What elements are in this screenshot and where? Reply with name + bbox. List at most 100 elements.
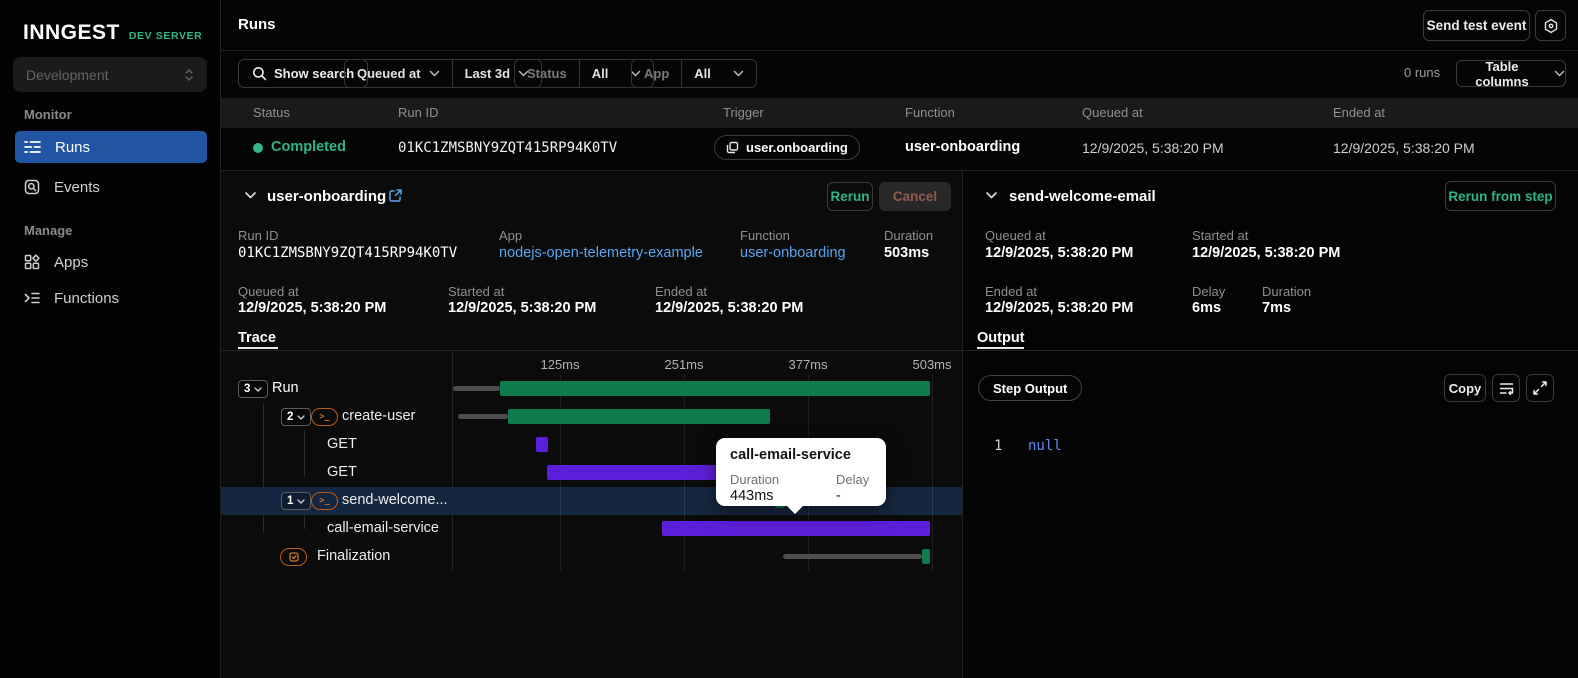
run-queued-at: 12/9/2025, 5:38:20 PM (1082, 140, 1224, 156)
table-columns-button[interactable]: Table columns (1456, 59, 1566, 89)
axis-tick-label: 251ms (664, 357, 704, 372)
show-search-label: Show search (274, 66, 355, 81)
divider (221, 170, 1578, 171)
chevron-down-icon (429, 70, 440, 77)
sidebar-item-functions[interactable]: Functions (15, 282, 207, 314)
word-wrap-button[interactable] (1492, 374, 1520, 402)
tooltip-title: call-email-service (730, 447, 851, 463)
trace-span-bar[interactable] (508, 409, 770, 424)
chevron-down-icon (1554, 70, 1565, 77)
trace-row-call-email-service[interactable]: call-email-service (221, 515, 962, 543)
sidebar-item-runs[interactable]: Runs (15, 131, 207, 163)
app-filter-group: App All (631, 59, 757, 88)
run-id-value: 01KC1ZMSBNY9ZQT415RP94K0TV (238, 245, 458, 261)
tab-trace-underline (238, 347, 278, 349)
trace-span-label: Finalization (317, 548, 391, 564)
step-queued-label: Queued at (985, 228, 1046, 243)
terminal-step-icon: >_ (311, 408, 338, 426)
trace-row-finalization[interactable]: Finalization (221, 543, 962, 571)
chevron-down-icon (297, 414, 306, 420)
column-header-run-id: Run ID (398, 105, 439, 120)
trace-span-bar[interactable] (922, 549, 930, 564)
runs-icon (24, 140, 41, 154)
terminal-step-icon: >_ (311, 492, 338, 510)
step-delay-label: Delay (1192, 284, 1226, 299)
logo-text: INNGEST (23, 21, 120, 44)
axis-tick-label: 377ms (788, 357, 828, 372)
collapse-run-chevron-icon[interactable] (244, 191, 257, 200)
tooltip-delay-value: - (836, 488, 841, 504)
trace-row-create-user[interactable]: 2 >_ create-user (221, 403, 962, 431)
open-run-external-link-icon[interactable] (388, 188, 403, 203)
step-duration-label: Duration (1262, 284, 1312, 299)
step-detail-title: send-welcome-email (1009, 188, 1156, 205)
code-line-number: 1 (994, 438, 1003, 454)
app-filter-value: All (694, 66, 711, 81)
trace-tooltip: call-email-service Duration Delay 443ms … (716, 438, 886, 506)
function-link[interactable]: user-onboarding (740, 245, 846, 261)
started-at-label: Started at (448, 284, 505, 299)
step-ended-label: Ended at (985, 284, 1038, 299)
run-id-label: Run ID (238, 228, 279, 243)
copy-button[interactable]: Copy (1444, 374, 1486, 402)
tab-output[interactable]: Output (977, 330, 1025, 346)
sidebar-item-label: Runs (55, 138, 91, 156)
time-range-label: Last 3d (464, 66, 511, 81)
environment-select[interactable]: Development (13, 57, 207, 92)
gear-icon (1543, 18, 1559, 34)
trace-span-bar[interactable] (662, 521, 930, 536)
runs-table-header: Status Run ID Trigger Function Queued at… (221, 98, 1578, 128)
trace-row-run[interactable]: 3 Run (221, 375, 962, 403)
event-icon (726, 141, 739, 154)
queue-delay-line[interactable] (783, 554, 922, 559)
trace-span-bar[interactable] (500, 381, 930, 396)
sidebar-section-monitor: Monitor (24, 107, 72, 122)
gridline-dotted (560, 487, 561, 515)
queue-delay-line[interactable] (458, 414, 508, 419)
queue-delay-line[interactable] (453, 386, 500, 391)
trace-span-label: create-user (342, 408, 416, 424)
duration-label: Duration (884, 228, 934, 243)
cancel-button[interactable]: Cancel (879, 182, 951, 211)
functions-icon (24, 291, 40, 305)
trigger-name: user.onboarding (746, 140, 848, 155)
trace-span-bar[interactable] (547, 465, 720, 480)
app-link[interactable]: nodejs-open-telemetry-example (499, 245, 703, 261)
collapse-toggle[interactable]: 2 (281, 408, 312, 426)
word-wrap-icon (1499, 382, 1514, 395)
rerun-from-step-button[interactable]: Rerun from step (1445, 181, 1556, 211)
app-root: INNGEST DEV SERVER Development Monitor R… (0, 0, 1578, 678)
sidebar-item-events[interactable]: Events (15, 171, 207, 203)
updown-chevron-icon (184, 68, 194, 82)
ended-at-value: 12/9/2025, 5:38:20 PM (655, 300, 804, 316)
column-header-trigger: Trigger (723, 105, 764, 120)
step-started-value: 12/9/2025, 5:38:20 PM (1192, 245, 1341, 261)
settings-button[interactable] (1535, 10, 1566, 41)
collapse-toggle[interactable]: 3 (238, 380, 269, 398)
collapse-count: 3 (244, 383, 251, 395)
tab-trace[interactable]: Trace (238, 330, 276, 346)
sidebar: INNGEST DEV SERVER Development Monitor R… (0, 0, 221, 678)
collapse-step-chevron-icon[interactable] (985, 191, 998, 200)
column-header-status: Status (253, 105, 290, 120)
run-table-row[interactable]: Completed 01KC1ZMSBNY9ZQT415RP94K0TV use… (221, 128, 1578, 168)
rerun-button[interactable]: Rerun (827, 182, 873, 211)
collapse-toggle[interactable]: 1 (281, 492, 312, 510)
step-output-badge: Step Output (978, 375, 1083, 401)
app-filter-dropdown[interactable]: All (682, 60, 756, 87)
expand-button[interactable] (1526, 374, 1554, 402)
trace-span-bar[interactable] (536, 437, 548, 452)
collapse-count: 1 (287, 495, 294, 507)
send-test-event-button[interactable]: Send test event (1423, 10, 1530, 41)
status-filter-label: Status (527, 66, 567, 81)
sidebar-item-apps[interactable]: Apps (15, 246, 207, 278)
app-filter-label: App (644, 66, 670, 81)
status-completed-dot (253, 143, 263, 153)
queued-at-dropdown[interactable]: Queued at (345, 60, 452, 87)
topbar-divider (221, 50, 1578, 51)
step-delay-value: 6ms (1192, 300, 1222, 316)
trigger-badge[interactable]: user.onboarding (714, 135, 860, 160)
logo-badge: DEV SERVER (128, 30, 203, 42)
expand-icon (1533, 381, 1547, 395)
run-detail-title: user-onboarding (267, 188, 387, 205)
